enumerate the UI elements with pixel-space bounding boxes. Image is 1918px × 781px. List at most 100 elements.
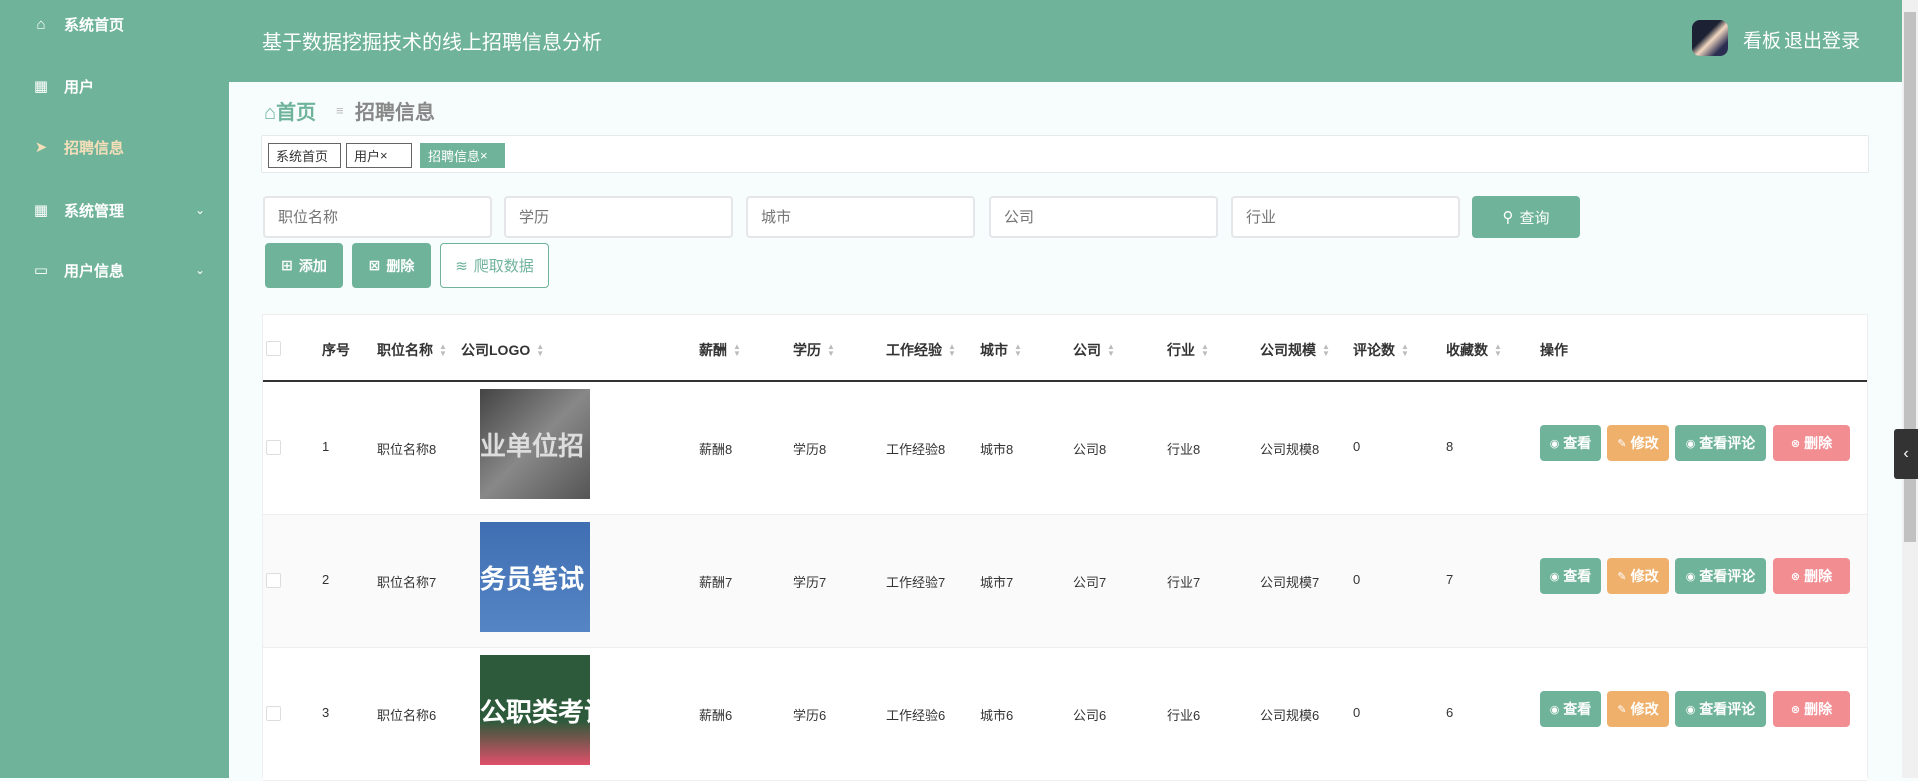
sort-icon[interactable]: ▲ ▼ — [1494, 343, 1502, 358]
side-toggle-button[interactable]: ‹ — [1894, 429, 1918, 479]
search-input-2[interactable] — [746, 196, 975, 238]
eye-icon: ◉ — [1685, 703, 1696, 716]
avatar[interactable] — [1692, 20, 1728, 56]
column-header[interactable]: 学历 ▲ ▼ — [793, 340, 835, 360]
sort-icon[interactable]: ▲ ▼ — [948, 343, 956, 358]
sort-icon[interactable]: ▲ ▼ — [536, 343, 544, 358]
column-header[interactable]: 操作 — [1540, 340, 1568, 360]
column-header[interactable]: 评论数 ▲ ▼ — [1353, 340, 1409, 360]
cell-size: 公司规模6 — [1260, 708, 1320, 723]
delete-button[interactable]: ⊠ 删除 — [352, 243, 431, 288]
sort-icon[interactable]: ▲ ▼ — [439, 343, 447, 358]
cell-size: 公司规模8 — [1260, 442, 1320, 457]
view-button[interactable]: ◉ 查看 — [1540, 425, 1601, 461]
cell-edu: 学历8 — [793, 442, 827, 457]
sort-icon[interactable]: ▲ ▼ — [1107, 343, 1115, 358]
query-button[interactable]: ⚲ 查询 — [1472, 196, 1580, 238]
column-header[interactable]: 薪酬 ▲ ▼ — [699, 340, 741, 360]
layers-icon: ≋ — [455, 257, 468, 275]
home-icon: ⌂ — [264, 102, 277, 124]
x-circle-icon: ⊗ — [1790, 703, 1801, 716]
sidebar-item-label: 用户 — [64, 78, 95, 96]
column-header[interactable]: 行业 ▲ ▼ — [1167, 340, 1209, 360]
cell-company: 公司8 — [1073, 442, 1107, 457]
select-all-checkbox[interactable] — [266, 341, 281, 356]
row-checkbox[interactable] — [266, 440, 281, 455]
breadcrumb-home[interactable]: ⌂首页 — [264, 96, 316, 125]
tab-1[interactable]: 用户 × — [346, 143, 412, 168]
cell-favs: 7 — [1446, 572, 1454, 587]
company-logo: 业单位招 — [480, 389, 590, 499]
delete-button[interactable]: ⊗ 删除 — [1773, 425, 1850, 461]
row-checkbox[interactable] — [266, 573, 281, 588]
cell-name: 职位名称7 — [377, 575, 437, 590]
tab-2[interactable]: 招聘信息 × — [420, 143, 505, 168]
chevron-left-icon: ‹ — [1903, 445, 1909, 462]
column-header[interactable]: 收藏数 ▲ ▼ — [1446, 340, 1502, 360]
close-icon[interactable]: × — [380, 148, 388, 163]
board-link[interactable]: 看板 — [1743, 26, 1781, 53]
x-square-icon: ⊠ — [368, 257, 381, 273]
edit-button[interactable]: ✎ 修改 — [1607, 691, 1669, 727]
cell-industry: 行业8 — [1167, 442, 1201, 457]
cell-no: 1 — [322, 439, 330, 454]
breadcrumb-current: 招聘信息 — [355, 102, 435, 124]
view-button[interactable]: ◉ 查看 — [1540, 558, 1601, 594]
search-input-0[interactable] — [263, 196, 492, 238]
sidebar-item-3[interactable]: ▦ 系统管理 ⌄ — [0, 190, 229, 230]
sidebar-item-4[interactable]: ▭ 用户信息 ⌄ — [0, 250, 229, 290]
delete-button[interactable]: ⊗ 删除 — [1773, 558, 1850, 594]
grid-icon: ▦ — [33, 78, 49, 95]
column-header[interactable]: 职位名称 ▲ ▼ — [377, 340, 447, 360]
column-header[interactable]: 公司LOGO ▲ ▼ — [461, 340, 544, 360]
search-input-3[interactable] — [989, 196, 1218, 238]
cell-comments: 0 — [1353, 705, 1361, 720]
close-icon[interactable]: × — [480, 148, 488, 163]
comments-button[interactable]: ◉ 查看评论 — [1675, 691, 1766, 727]
cell-company: 公司7 — [1073, 575, 1107, 590]
sort-icon[interactable]: ▲ ▼ — [1322, 343, 1330, 358]
sort-icon[interactable]: ▲ ▼ — [1014, 343, 1022, 358]
search-icon: ⚲ — [1502, 209, 1514, 226]
column-header[interactable]: 序号 — [322, 340, 350, 360]
edit-button[interactable]: ✎ 修改 — [1607, 425, 1669, 461]
cell-no: 2 — [322, 572, 330, 587]
column-header[interactable]: 城市 ▲ ▼ — [980, 340, 1022, 360]
sidebar-item-2[interactable]: ➤ 招聘信息 — [0, 127, 229, 167]
chevron-down-icon: ⌄ — [194, 203, 205, 217]
logout-link[interactable]: 退出登录 — [1784, 26, 1860, 53]
delete-button[interactable]: ⊗ 删除 — [1773, 691, 1850, 727]
sidebar-item-1[interactable]: ▦ 用户 — [0, 66, 229, 106]
column-header[interactable]: 公司规模 ▲ ▼ — [1260, 340, 1330, 360]
column-header[interactable]: 工作经验 ▲ ▼ — [886, 340, 956, 360]
paper-plane-icon: ➤ — [34, 139, 48, 156]
cell-comments: 0 — [1353, 572, 1361, 587]
cell-edu: 学历7 — [793, 575, 827, 590]
comments-button[interactable]: ◉ 查看评论 — [1675, 558, 1766, 594]
comments-button[interactable]: ◉ 查看评论 — [1675, 425, 1766, 461]
sort-icon[interactable]: ▲ ▼ — [1401, 343, 1409, 358]
scrollbar[interactable] — [1902, 0, 1918, 778]
edit-button[interactable]: ✎ 修改 — [1607, 558, 1669, 594]
column-header[interactable]: 公司 ▲ ▼ — [1073, 340, 1115, 360]
cell-edu: 学历6 — [793, 708, 827, 723]
sidebar-item-label: 系统管理 — [64, 202, 125, 220]
add-button[interactable]: ⊞ 添加 — [265, 243, 343, 288]
edit-icon: ✎ — [1617, 437, 1627, 450]
sort-icon[interactable]: ▲ ▼ — [1201, 343, 1209, 358]
tab-0[interactable]: 系统首页 — [268, 143, 341, 168]
view-button[interactable]: ◉ 查看 — [1540, 691, 1601, 727]
cell-salary: 薪酬6 — [699, 708, 733, 723]
crawl-button[interactable]: ≋ 爬取数据 — [440, 243, 549, 288]
company-logo: 公职类考试 — [480, 655, 590, 765]
row-checkbox[interactable] — [266, 706, 281, 721]
cell-city: 城市6 — [980, 708, 1014, 723]
sort-icon[interactable]: ▲ ▼ — [733, 343, 741, 358]
search-input-4[interactable] — [1231, 196, 1460, 238]
sidebar-item-0[interactable]: ⌂ 系统首页 — [0, 4, 229, 44]
grid-icon: ▦ — [33, 202, 49, 219]
sort-icon[interactable]: ▲ ▼ — [827, 343, 835, 358]
card-icon: ▭ — [33, 262, 49, 279]
search-input-1[interactable] — [504, 196, 733, 238]
cell-comments: 0 — [1353, 439, 1361, 454]
